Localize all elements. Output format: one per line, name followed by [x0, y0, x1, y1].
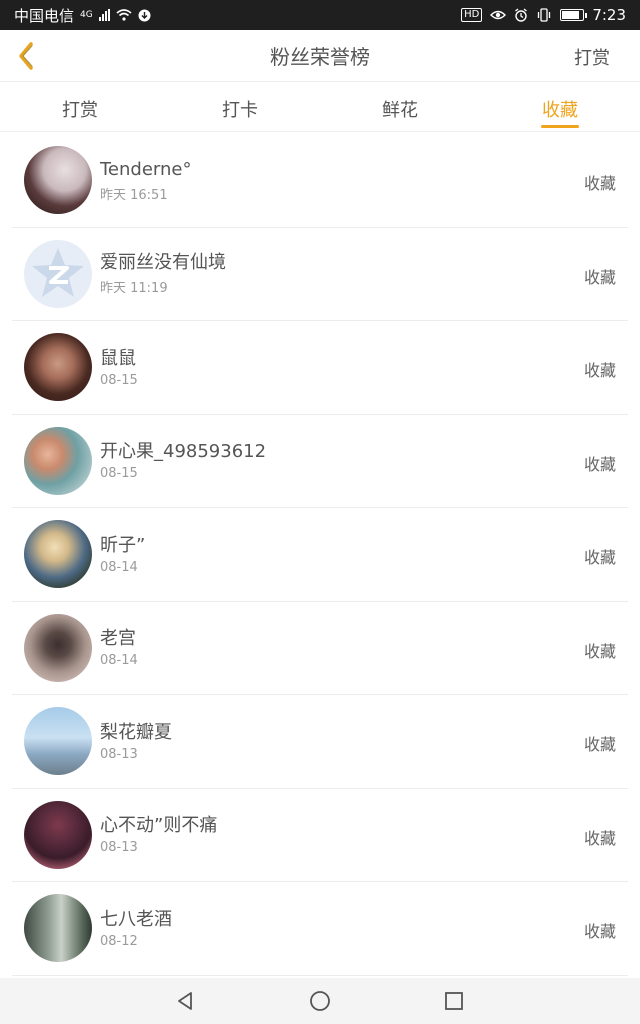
header: 粉丝荣誉榜 打赏 — [0, 30, 640, 82]
back-button[interactable] — [8, 38, 44, 74]
item-info: 老宫 08-14 — [100, 627, 138, 668]
battery-icon — [560, 9, 588, 21]
item-info: Tenderne° 昨天 16:51 — [100, 158, 192, 203]
clock-label: 7:23 — [592, 6, 626, 24]
list-item[interactable]: 昕子” 08-14 收藏 — [12, 508, 628, 602]
user-name: 昕子” — [100, 534, 146, 556]
timestamp: 08-13 — [100, 746, 138, 762]
avatar — [24, 894, 92, 963]
list-item[interactable]: 七八老酒 08-12 收藏 — [12, 882, 628, 976]
item-info: 心不动”则不痛 08-13 — [100, 814, 217, 855]
triangle-back-icon — [178, 992, 192, 1010]
tab-indicator — [541, 125, 579, 128]
list-item[interactable]: 开心果_498593612 08-15 收藏 — [12, 415, 628, 508]
list-item[interactable]: 心不动”则不痛 08-13 收藏 — [12, 789, 628, 882]
vibrate-icon — [538, 8, 551, 22]
nav-recents-button[interactable] — [434, 981, 474, 1021]
user-name: 开心果_498593612 — [100, 441, 267, 463]
alarm-icon — [515, 8, 528, 22]
nav-home-button[interactable] — [300, 981, 340, 1021]
avatar — [24, 707, 92, 776]
network-label: 4G — [80, 10, 93, 20]
timestamp: 08-14 — [100, 559, 138, 575]
item-info: 梨花瓣夏 08-13 — [100, 721, 172, 762]
eye-icon — [490, 10, 507, 20]
system-nav-bar — [0, 978, 640, 1024]
avatar — [24, 613, 92, 682]
timestamp: 08-14 — [100, 653, 138, 669]
timestamp: 08-12 — [100, 933, 138, 949]
user-name: 心不动”则不痛 — [100, 815, 218, 837]
favorite-label: 收藏 — [583, 361, 616, 380]
circle-home-icon — [310, 991, 330, 1011]
tab-label: 打卡 — [222, 100, 258, 121]
favorite-label: 收藏 — [583, 735, 616, 754]
tab-label: 鲜花 — [382, 100, 418, 121]
avatar — [24, 426, 92, 495]
carrier-label: 中国电信 — [14, 6, 75, 25]
timestamp: 08-15 — [100, 372, 138, 388]
user-name: 鼠鼠 — [100, 347, 136, 369]
timestamp: 08-15 — [100, 466, 138, 482]
item-info: 七八老酒 08-12 — [100, 908, 172, 949]
tab-reward[interactable]: 打赏 — [0, 82, 160, 131]
item-info: 爱丽丝没有仙境 昨天 11:19 — [100, 251, 226, 296]
square-recents-icon — [445, 992, 463, 1010]
page-title: 粉丝荣誉榜 — [270, 45, 370, 69]
list-item[interactable]: 老宫 08-14 收藏 — [12, 602, 628, 695]
user-name: Tenderne° — [100, 158, 192, 180]
user-name: 七八老酒 — [100, 908, 172, 930]
fan-list: Tenderne° 昨天 16:51 收藏 爱丽丝没有仙境 昨天 11:19 收… — [0, 134, 640, 976]
list-item[interactable]: 爱丽丝没有仙境 昨天 11:19 收藏 — [12, 228, 628, 321]
signal-icon — [98, 9, 110, 21]
favorite-label: 收藏 — [583, 174, 616, 193]
avatar — [24, 239, 92, 308]
avatar — [24, 800, 92, 869]
avatar — [24, 333, 92, 402]
item-info: 开心果_498593612 08-15 — [100, 440, 266, 481]
tab-bar: 打赏 打卡 鲜花 收藏 — [0, 82, 640, 132]
nav-back-button[interactable] — [166, 981, 206, 1021]
timestamp: 08-13 — [100, 840, 138, 856]
tab-label: 打赏 — [62, 100, 98, 121]
favorite-label: 收藏 — [583, 641, 616, 661]
avatar — [24, 146, 92, 215]
reward-button[interactable]: 打赏 — [574, 44, 610, 70]
data-saver-icon — [138, 9, 151, 21]
item-info: 鼠鼠 08-15 — [100, 347, 138, 388]
wifi-icon — [116, 9, 132, 21]
list-item[interactable]: 梨花瓣夏 08-13 收藏 — [12, 695, 628, 789]
user-name: 爱丽丝没有仙境 — [100, 252, 226, 274]
avatar — [24, 520, 92, 589]
hd-icon: HD — [461, 8, 483, 22]
default-avatar-icon — [32, 247, 84, 297]
timestamp: 昨天 16:51 — [100, 187, 168, 203]
tab-flowers[interactable]: 鲜花 — [320, 82, 480, 131]
status-bar: 中国电信 4G HD 7:23 — [0, 0, 640, 30]
tab-checkin[interactable]: 打卡 — [160, 82, 320, 131]
favorite-label: 收藏 — [583, 922, 616, 941]
tab-favorites[interactable]: 收藏 — [480, 82, 640, 131]
favorite-label: 收藏 — [583, 548, 616, 567]
timestamp: 昨天 11:19 — [100, 281, 168, 297]
user-name: 梨花瓣夏 — [100, 721, 172, 743]
tab-label: 收藏 — [542, 100, 578, 121]
item-info: 昕子” 08-14 — [100, 534, 145, 575]
user-name: 老宫 — [100, 628, 136, 650]
list-item[interactable]: 鼠鼠 08-15 收藏 — [12, 321, 628, 415]
chevron-left-icon — [19, 42, 33, 70]
favorite-label: 收藏 — [583, 454, 616, 474]
favorite-label: 收藏 — [583, 828, 616, 848]
status-left: 中国电信 4G — [14, 5, 151, 26]
list-item[interactable]: Tenderne° 昨天 16:51 收藏 — [12, 134, 628, 228]
status-right: HD 7:23 — [461, 6, 626, 24]
favorite-label: 收藏 — [583, 267, 616, 287]
